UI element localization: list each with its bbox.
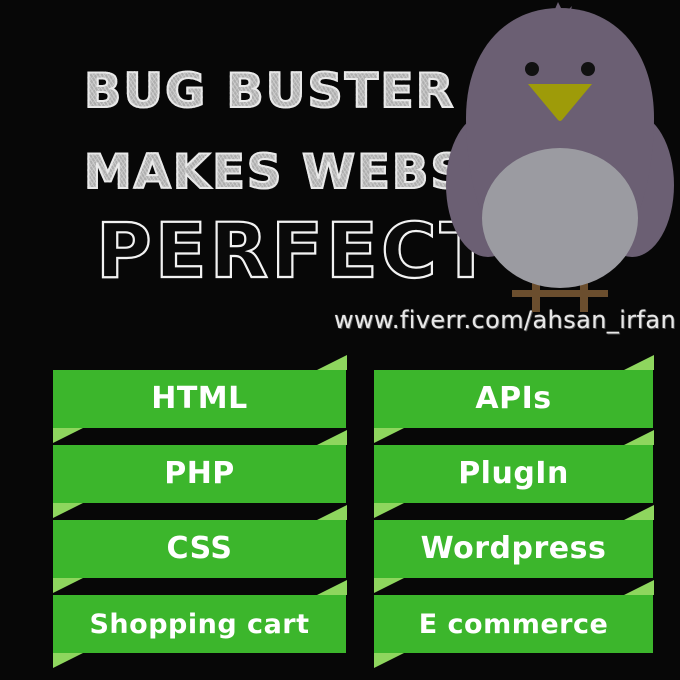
bird-right-eye xyxy=(581,62,595,76)
banner-label: E commerce xyxy=(418,608,609,640)
fold-corner-icon xyxy=(53,503,83,518)
banner-label: PHP xyxy=(164,456,235,491)
banner-shopping-cart[interactable]: Shopping cart xyxy=(53,580,347,668)
banner-wordpress[interactable]: Wordpress xyxy=(374,505,654,593)
banner-e-commerce[interactable]: E commerce xyxy=(374,580,654,668)
headline-line-1: BUG BUSTER xyxy=(83,63,456,120)
fold-corner-icon xyxy=(53,578,83,593)
banner-css[interactable]: CSS xyxy=(53,505,347,593)
fold-corner-icon xyxy=(317,430,347,445)
fold-corner-icon xyxy=(317,505,347,520)
banner-label: Shopping cart xyxy=(89,608,310,640)
fold-corner-icon xyxy=(624,505,654,520)
fold-corner-icon xyxy=(374,428,404,443)
banner-plugin[interactable]: PlugIn xyxy=(374,430,654,518)
fold-corner-icon xyxy=(374,503,404,518)
fold-corner-icon xyxy=(53,428,83,443)
fold-corner-icon xyxy=(374,578,404,593)
banner-php[interactable]: PHP xyxy=(53,430,347,518)
banner-label: CSS xyxy=(166,531,233,566)
fold-corner-icon xyxy=(374,653,404,668)
headline-block: BUG BUSTER MAKES WEBSITE PERFECT xyxy=(0,56,557,296)
bird-illustration-svg xyxy=(446,2,674,312)
bird-mascot xyxy=(440,0,680,320)
banner-label: PlugIn xyxy=(458,456,569,491)
banner-label: HTML xyxy=(151,381,248,416)
fold-corner-icon xyxy=(624,355,654,370)
banner-html[interactable]: HTML xyxy=(53,355,347,443)
fold-corner-icon xyxy=(624,580,654,595)
bird-left-eye xyxy=(525,62,539,76)
poster-canvas: BUG BUSTER MAKES WEBSITE PERFECT www.fiv… xyxy=(0,0,680,680)
bird-belly xyxy=(482,148,638,288)
fold-corner-icon xyxy=(53,653,83,668)
fold-corner-icon xyxy=(317,580,347,595)
banner-label: Wordpress xyxy=(420,531,607,566)
fold-corner-icon xyxy=(317,355,347,370)
banner-apis[interactable]: APIs xyxy=(374,355,654,443)
skills-banner-grid: HTML PHP CSS Shopping cart APIs PlugIn W… xyxy=(0,340,680,680)
fold-corner-icon xyxy=(624,430,654,445)
headline-line-3: PERFECT xyxy=(95,205,495,296)
banner-label: APIs xyxy=(475,381,552,416)
